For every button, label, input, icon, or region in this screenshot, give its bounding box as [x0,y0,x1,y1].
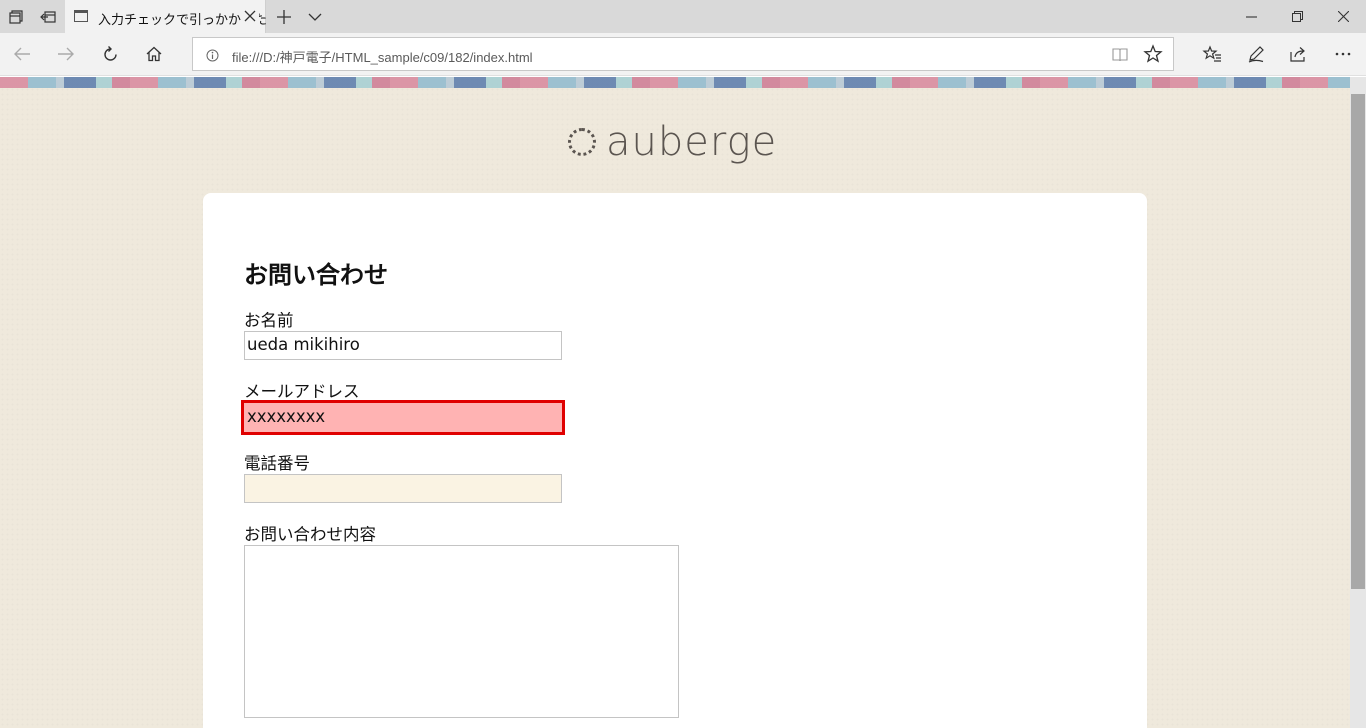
name-label: お名前 [244,311,294,330]
minimize-icon[interactable] [1228,0,1274,33]
back-arrow-icon[interactable] [6,38,38,70]
url-text[interactable]: file:///D:/神戸電子/HTML_sample/c09/182/inde… [232,47,533,66]
logo-text: auberge [606,119,778,165]
home-icon[interactable] [138,38,170,70]
favorite-star-icon[interactable] [1143,44,1163,64]
tab-manager-icon[interactable] [0,0,32,33]
page-scrollbar[interactable] [1350,77,1366,728]
refresh-icon[interactable] [94,38,126,70]
name-input[interactable]: ueda mikihiro [244,331,562,360]
forward-arrow-icon[interactable] [50,38,82,70]
navigation-bar: file:///D:/神戸電子/HTML_sample/c09/182/inde… [0,33,1366,76]
email-input[interactable]: xxxxxxxx [241,400,565,435]
address-bar[interactable]: file:///D:/神戸電子/HTML_sample/c09/182/inde… [192,37,1174,71]
form-title: お問い合わせ [244,261,388,289]
site-logo[interactable]: auberge [568,117,777,167]
browser-tab[interactable]: 入力チェックで引っかかった [65,0,267,33]
phone-label: 電話番号 [244,454,310,473]
tab-bar: 入力チェックで引っかかった [0,0,1366,33]
reading-view-icon[interactable] [1111,46,1129,64]
close-window-icon[interactable] [1320,0,1366,33]
contact-form-card: お問い合わせ お名前 ueda mikihiro メールアドレス xxxxxxx… [203,193,1147,728]
web-page: auberge お問い合わせ お名前 ueda mikihiro メールアドレス… [0,77,1350,728]
new-tab-plus-icon[interactable] [268,0,300,33]
decorative-stripe [0,77,1350,88]
chevron-down-icon[interactable] [299,0,331,33]
message-label: お問い合わせ内容 [244,525,376,544]
more-icon[interactable] [1327,38,1359,70]
message-textarea[interactable] [244,545,679,718]
logo-ring-icon [568,128,596,156]
favorites-hub-icon[interactable] [1196,38,1228,70]
pen-icon[interactable] [1240,38,1272,70]
restore-icon[interactable] [1274,0,1320,33]
share-icon[interactable] [1283,38,1315,70]
scrollbar-thumb[interactable] [1351,94,1365,589]
page-icon [74,10,88,22]
info-icon[interactable] [205,48,219,62]
phone-input[interactable] [244,474,562,503]
email-label: メールアドレス [244,382,360,401]
tab-aside-icon[interactable] [32,0,64,33]
close-icon[interactable] [241,7,259,25]
